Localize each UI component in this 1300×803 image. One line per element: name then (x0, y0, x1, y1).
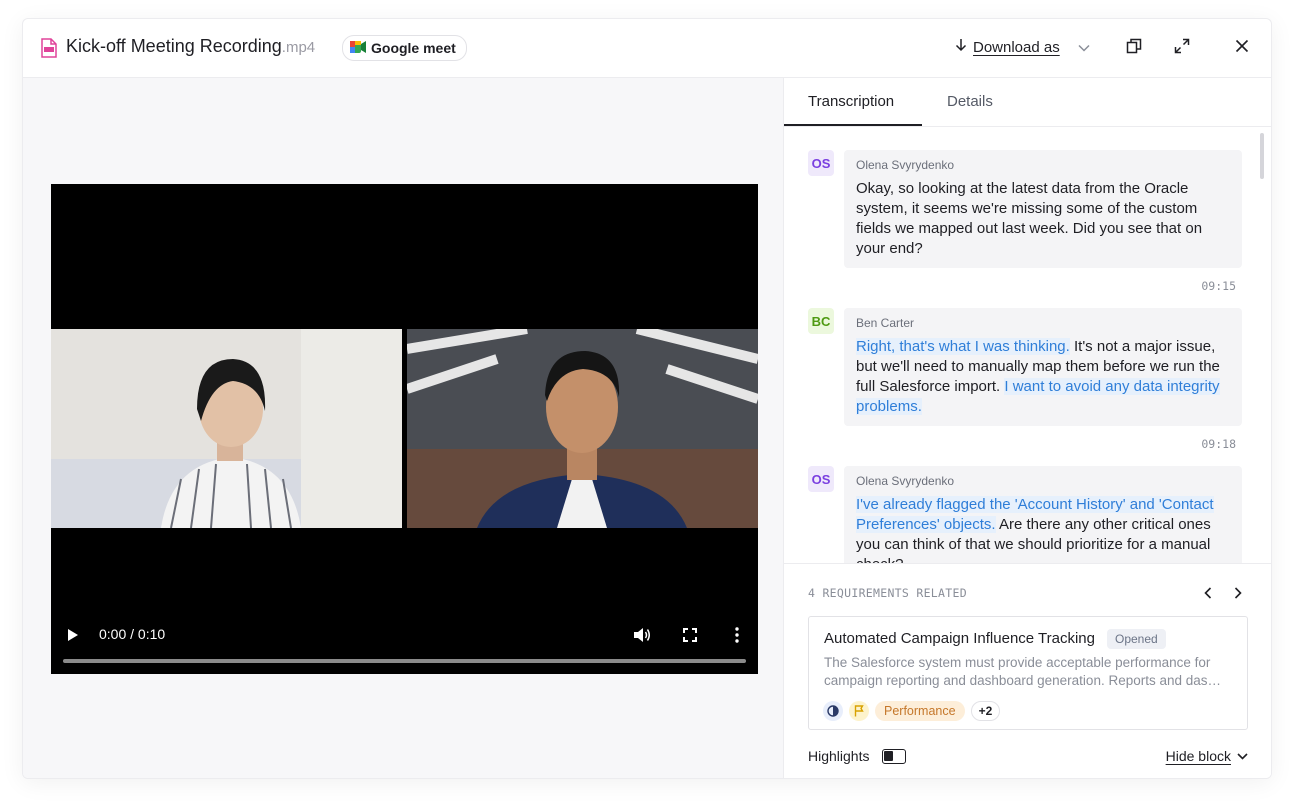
next-requirement-button[interactable] (1234, 586, 1242, 604)
expand-button[interactable] (1171, 37, 1193, 59)
requirements-heading: 4 REQUIREMENTS RELATED (808, 586, 967, 600)
modal-header: Kick-off Meeting Recording.mp4 Google me… (23, 19, 1271, 78)
requirement-card[interactable]: Automated Campaign Influence Tracking Op… (808, 616, 1248, 730)
avatar: OS (808, 150, 834, 176)
file-name: Kick-off Meeting Recording (66, 36, 282, 56)
speaker-name: Olena Svyrydenko (856, 474, 955, 488)
transcript-list[interactable]: OS Olena Svyrydenko Okay, so looking at … (784, 127, 1271, 563)
video-progress-bar[interactable] (63, 659, 746, 663)
message-timestamp: 09:18 (1201, 437, 1236, 451)
contrast-icon (823, 701, 843, 721)
active-tab-indicator (784, 124, 922, 126)
message-timestamp: 09:15 (1201, 279, 1236, 293)
file-extension: .mp4 (281, 39, 316, 56)
more-vertical-icon (735, 627, 739, 643)
volume-button[interactable] (633, 627, 651, 648)
chevron-left-icon (1204, 587, 1212, 599)
transcript-scrollbar[interactable] (1260, 133, 1264, 179)
close-button[interactable] (1231, 37, 1253, 59)
arrow-down-icon (955, 38, 967, 56)
participant-man-image (407, 329, 758, 528)
participant-video-tile (407, 329, 758, 528)
fullscreen-icon (683, 628, 697, 642)
close-icon (1235, 39, 1249, 58)
more-tags-count[interactable]: +2 (970, 701, 1001, 721)
message-bubble: Ben Carter Right, that's what I was thin… (844, 308, 1242, 426)
speaker-name: Ben Carter (856, 316, 915, 330)
volume-icon (634, 628, 650, 642)
hide-block-button[interactable]: Hide block (1166, 748, 1248, 764)
source-badge: Google meet (342, 35, 467, 61)
performance-tag: Performance (875, 701, 965, 721)
download-as-label: Download as (973, 38, 1060, 56)
side-panel: Transcription Details OS Olena Svyrydenk… (783, 78, 1271, 778)
requirement-title: Automated Campaign Influence Tracking (824, 630, 1095, 647)
video-controls: 0:00 / 0:10 (51, 614, 758, 674)
message-bubble: Olena Svyrydenko Okay, so looking at the… (844, 150, 1242, 268)
chevron-down-icon (1237, 752, 1248, 760)
highlighted-segment[interactable]: Right, that's what I was thinking. (856, 338, 1070, 355)
status-badge: Opened (1107, 629, 1166, 649)
requirement-tags: Performance +2 (823, 701, 1001, 721)
video-player[interactable]: 0:00 / 0:10 (51, 184, 758, 674)
panel-footer: Highlights Hide block (784, 739, 1271, 778)
fullscreen-button[interactable] (683, 628, 697, 647)
avatar: BC (808, 308, 834, 334)
video-panel: 0:00 / 0:10 (23, 78, 783, 778)
toggle-knob (884, 751, 893, 761)
copy-button[interactable] (1123, 37, 1145, 59)
copy-icon (1126, 38, 1142, 59)
prev-requirement-button[interactable] (1204, 586, 1212, 604)
flag-icon (849, 701, 869, 721)
panel-tabs: Transcription Details (784, 78, 1271, 127)
tab-transcription[interactable]: Transcription (808, 93, 894, 110)
mp4-file-icon (41, 38, 57, 58)
expand-icon (1174, 38, 1190, 59)
chevron-down-icon[interactable] (1078, 39, 1090, 56)
highlights-toggle[interactable] (882, 749, 906, 764)
message-text: Okay, so looking at the latest data from… (856, 179, 1230, 259)
source-label: Google meet (371, 40, 456, 56)
hide-block-label: Hide block (1165, 748, 1231, 764)
download-as-button[interactable]: Download as (955, 38, 1090, 56)
text-segment: Okay, so looking at the latest data from… (856, 180, 1203, 257)
play-button[interactable] (67, 628, 79, 647)
video-time: 0:00 / 0:10 (99, 626, 166, 642)
requirement-description: The Salesforce system must provide accep… (824, 655, 1222, 688)
participant-video-tile (51, 329, 402, 528)
recording-modal: Kick-off Meeting Recording.mp4 Google me… (22, 18, 1272, 779)
participant-woman-image (51, 329, 402, 528)
play-icon (68, 629, 78, 641)
message-text: Right, that's what I was thinking. It's … (856, 337, 1230, 417)
more-options-button[interactable] (735, 627, 739, 648)
avatar: OS (808, 466, 834, 492)
google-meet-icon (350, 40, 366, 56)
requirements-section: 4 REQUIREMENTS RELATED Automated Campaig… (784, 563, 1271, 778)
speaker-name: Olena Svyrydenko (856, 158, 955, 172)
tab-details[interactable]: Details (947, 93, 993, 110)
chevron-right-icon (1234, 587, 1242, 599)
message-text: I've already flagged the 'Account Histor… (856, 495, 1230, 563)
message-bubble: Olena Svyrydenko I've already flagged th… (844, 466, 1242, 563)
highlights-label: Highlights (808, 748, 870, 764)
file-title: Kick-off Meeting Recording.mp4 (66, 36, 315, 57)
